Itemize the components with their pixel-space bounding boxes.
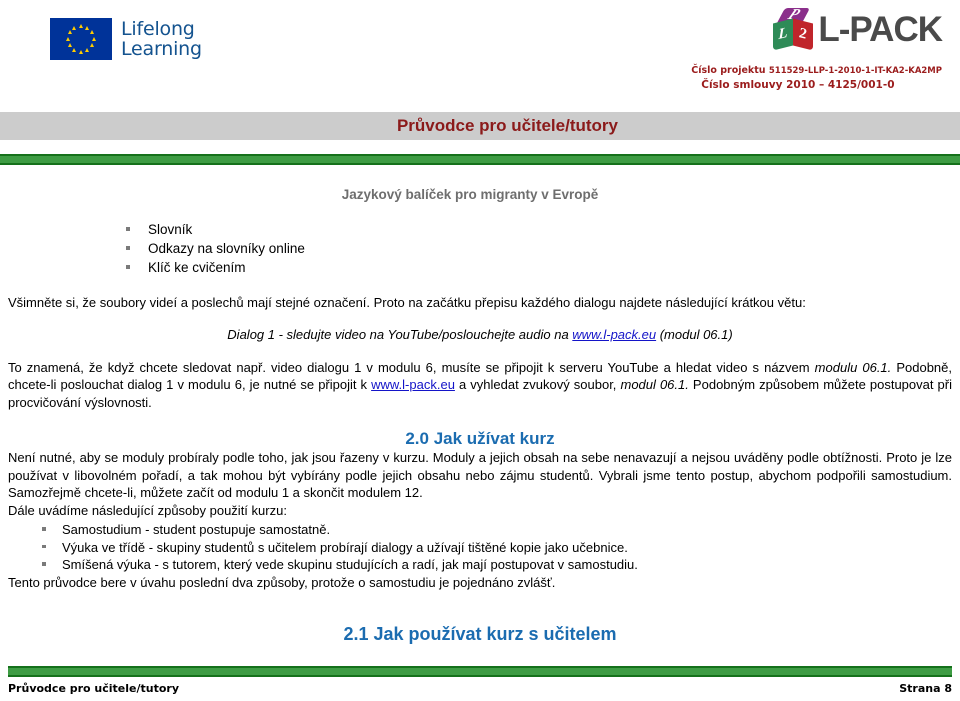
eu-star-icon — [65, 36, 70, 41]
eu-star-icon — [90, 43, 95, 48]
learning-text: Learning — [121, 38, 202, 60]
section-2-0-list-intro: Dále uvádíme následující způsoby použití… — [8, 502, 287, 518]
list-item: Klíč ke cvičením — [118, 258, 952, 277]
dialog-example-prefix: Dialog 1 - sledujte video na YouTube/pos… — [227, 326, 573, 342]
document-content: Jazykový balíček pro migranty v Evropě S… — [0, 187, 960, 645]
eu-star-icon — [85, 25, 90, 30]
footer-left-text: Průvodce pro učitele/tutory — [8, 682, 180, 695]
top-bullet-list: Slovník Odkazy na slovníky online Klíč k… — [8, 220, 952, 277]
list-item: Smíšená výuka - s tutorem, který vede sk… — [36, 556, 952, 574]
footer-divider-rule — [8, 666, 952, 677]
cube-left-face: L — [773, 18, 794, 51]
dialog-example-line: Dialog 1 - sledujte video na YouTube/pos… — [8, 327, 952, 342]
section-2-0-body: Není nutné, aby se moduly probíraly podl… — [8, 450, 952, 500]
explanation-part-1: To znamená, že když chcete sledovat např… — [8, 359, 815, 375]
page-footer: Průvodce pro učitele/tutory Strana 8 — [0, 666, 960, 701]
cube-right-face: 2 — [793, 18, 814, 51]
contract-number-line: Číslo smlouvy 2010 – 4125/001-0 — [701, 79, 895, 91]
project-identifiers: Číslo projektu 511529-LLP-1-2010-1-IT-KA… — [691, 64, 942, 92]
title-band: Průvodce pro učitele/tutory — [0, 112, 960, 140]
eu-star-icon — [85, 48, 90, 53]
section-heading-2-1: 2.1 Jak používat kurz s učitelem — [343, 624, 617, 644]
project-number-line: Číslo projektu 511529-LLP-1-2010-1-IT-KA… — [691, 64, 942, 78]
document-subtitle: Jazykový balíček pro migranty v Evropě — [341, 187, 599, 202]
module-ref-2: modul 06.1. — [620, 377, 689, 392]
list-item: Slovník — [118, 220, 952, 239]
page-header: Lifelong Learning P L 2 L-PACK Číslo pro… — [0, 0, 960, 112]
usage-bullet-list: Samostudium - student postupuje samostat… — [8, 521, 952, 574]
dialog-example-suffix: (modul 06.1) — [656, 326, 733, 342]
eu-flag-icon — [50, 18, 112, 60]
lpack-wordmark: L-PACK — [818, 10, 943, 49]
header-divider-rule — [0, 154, 960, 165]
footer-page-number: Strana 8 — [899, 682, 952, 695]
eu-star-icon — [78, 23, 83, 28]
footer-row: Průvodce pro učitele/tutory Strana 8 — [8, 682, 952, 695]
section-2-0-closing: Tento průvodce bere v úvahu poslední dva… — [8, 574, 556, 590]
explanation-paragraph: To znamená, že když chcete sledovat např… — [8, 359, 952, 412]
lifelong-learning-wordmark: Lifelong Learning — [121, 19, 202, 59]
project-label: Číslo projektu — [691, 65, 766, 76]
lpack-cube-icon: P L 2 — [772, 7, 816, 52]
list-item: Samostudium - student postupuje samostat… — [36, 521, 952, 539]
lifelong-text: Lifelong — [121, 18, 195, 40]
lifelong-learning-logo: Lifelong Learning — [50, 18, 202, 60]
intro-paragraph: Všimněte si, že soubory videí a poslechů… — [8, 295, 806, 310]
explanation-part-3: a vyhledat zvukový soubor, — [454, 377, 621, 392]
eu-star-icon — [67, 43, 72, 48]
eu-star-icon — [78, 49, 83, 54]
lpack-link[interactable]: www.l-pack.eu — [572, 327, 656, 342]
eu-star-icon — [72, 25, 77, 30]
module-ref-1: modulu 06.1. — [814, 359, 892, 375]
eu-star-icon — [90, 30, 95, 35]
section-heading-2-0: 2.0 Jak užívat kurz — [405, 429, 555, 448]
eu-star-icon — [72, 48, 77, 53]
lpack-link-secondary[interactable]: www.l-pack.eu — [371, 377, 455, 392]
project-number: 511529-LLP-1-2010-1-IT-KA2-KA2MP — [768, 66, 942, 76]
lpack-logo: P L 2 L-PACK — [772, 7, 943, 52]
eu-star-icon — [67, 30, 72, 35]
page-title: Průvodce pro učitele/tutory — [396, 116, 618, 135]
list-item: Odkazy na slovníky online — [118, 239, 952, 258]
list-item: Výuka ve třídě - skupiny studentů s učit… — [36, 539, 952, 557]
eu-star-icon — [91, 36, 96, 41]
